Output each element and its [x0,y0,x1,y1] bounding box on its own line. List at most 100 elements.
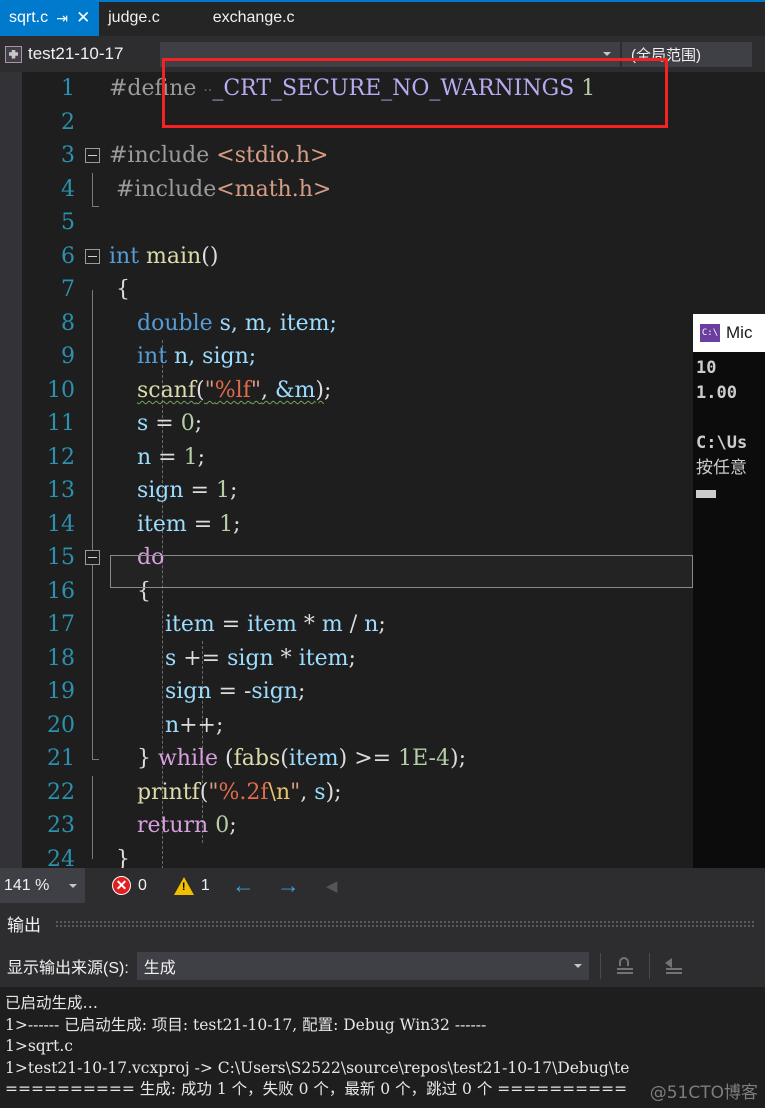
fold-slot [75,273,109,307]
code-line: 4 #include<math.h> [22,172,693,207]
fold-region-toggle[interactable] [75,541,109,575]
line-text: s += sign * item; [164,645,356,671]
error-circle-icon: ✕ [112,876,131,895]
function-name: scanf [136,377,197,403]
pin-icon[interactable]: ⇥ [55,11,69,25]
code-line: 10 scanf("%lf", &m); [22,373,693,407]
project-selector[interactable]: test21-10-17 [0,44,160,64]
line-text: } while (fabs(item) >= 1E-4); [109,746,466,772]
console-title-bar[interactable]: C:\ Mic [693,314,765,352]
fold-slot [75,373,109,407]
fold-slot [75,306,109,340]
line-number: 10 [47,377,75,403]
fold-guide-line [92,708,93,742]
line-text: do [109,545,693,570]
keyword: double [136,310,213,336]
number-literal: 0 [215,813,230,839]
editor-left-strip [0,72,22,868]
code-line: 3 #include <stdio.h> [22,139,693,173]
member-dropdown[interactable] [160,41,620,67]
scope-dropdown[interactable]: (全局范围) [622,41,752,67]
fold-guide-line [92,507,93,541]
zoom-level-selector[interactable]: 141 % [0,868,85,903]
console-output: 10 1.00 C:\Us 按任意 [693,352,765,868]
arrow-right-icon[interactable]: → [277,872,300,899]
line-number: 8 [61,310,75,336]
output-pane-header: 输出 [0,903,765,944]
code-line: 8 double s, m, item; [22,306,693,340]
fold-region-toggle[interactable] [75,240,109,274]
code-editor[interactable]: 1 #define ··_CRT_SECURE_NO_WARNINGS 1 2 … [0,72,693,868]
code-lines: 1 #define ··_CRT_SECURE_NO_WARNINGS 1 2 … [22,72,693,868]
project-icon [5,45,22,63]
close-icon[interactable]: ✕ [76,9,90,26]
fold-guide-line [92,775,93,809]
output-source-dropdown[interactable]: 生成 [136,951,589,980]
tab-judge-c[interactable]: judge.c [99,0,169,36]
warning-count-indicator[interactable]: 1 [173,876,210,895]
preprocessor-directive: #include [116,176,217,202]
line-number: 22 [47,779,75,805]
error-count: 0 [138,876,147,894]
fold-guide-line [92,172,99,207]
collapse-icon[interactable] [84,148,100,164]
line-number: 24 [47,846,75,868]
number-literal: 1 [183,444,198,470]
macro-value: 1 [581,76,596,102]
line-text: scanf("%lf", &m); [136,377,332,403]
navigation-bar: test21-10-17 (全局范围) [0,36,765,72]
code-line: 2 [22,106,693,140]
editor-tab-bar: sqrt.c ⇥ ✕ judge.c exchange.c [0,0,765,36]
fold-guide-line [92,675,93,709]
tab-exchange-c[interactable]: exchange.c [168,0,304,36]
code-line: 12 n = 1; [22,440,693,474]
zoom-level-value: 141 % [4,876,50,894]
punctuation: () [201,243,219,269]
line-number: 3 [61,143,75,169]
line-number: 4 [61,176,75,202]
line-number: 6 [61,243,75,269]
fold-slot [75,72,109,106]
collapse-icon[interactable] [84,550,100,566]
include-path: <math.h> [216,176,332,202]
fold-slot [75,440,109,474]
fold-region-toggle[interactable] [75,139,109,173]
arrow-left-icon[interactable]: ← [232,872,255,899]
toolbar-separator [648,952,650,979]
console-line: C:\Us [696,433,748,453]
clear-output-icon[interactable] [612,953,638,979]
number-literal: 1 [219,511,234,537]
line-number: 14 [47,511,75,537]
line-number: 23 [47,813,75,839]
console-cursor [696,490,716,498]
tab-sqrt-c[interactable]: sqrt.c ⇥ ✕ [0,0,100,36]
line-text: item = item * m / n; [164,612,386,638]
code-line: 23 return 0; [22,809,693,843]
line-text: #include <stdio.h> [109,143,693,168]
console-line: 1.00 [696,383,737,403]
error-squiggle: scanf("%lf", &m) [136,377,325,403]
line-number: 15 [47,545,75,571]
line-number: 7 [61,277,75,303]
preprocessor-directive: #define [109,76,197,102]
fold-slot [75,641,109,675]
arrow-left-small-icon[interactable]: ◀ [326,877,338,895]
line-number: 20 [47,712,75,738]
line-text: int n, sign; [109,344,693,369]
fold-slot [75,608,109,642]
output-pane-title: 输出 [7,916,41,935]
scope-value: (全局范围) [631,46,701,64]
console-window[interactable]: C:\ Mic 10 1.00 C:\Us 按任意 [693,314,765,868]
status-bar-filler [693,868,765,903]
error-count-indicator[interactable]: ✕ 0 [112,876,147,895]
fold-guide-line [92,407,93,441]
include-path: <stdio.h> [216,143,329,169]
line-text: int main() [109,244,693,269]
number-literal: 0 [180,411,195,437]
fold-guide-line [92,373,93,407]
identifier-list: n, sign; [167,344,257,370]
editor-status-bar: 141 % ✕ 0 1 ← → ◀ [0,868,693,903]
drag-handle[interactable] [55,919,755,928]
collapse-icon[interactable] [84,248,100,264]
word-wrap-icon[interactable] [661,953,687,979]
